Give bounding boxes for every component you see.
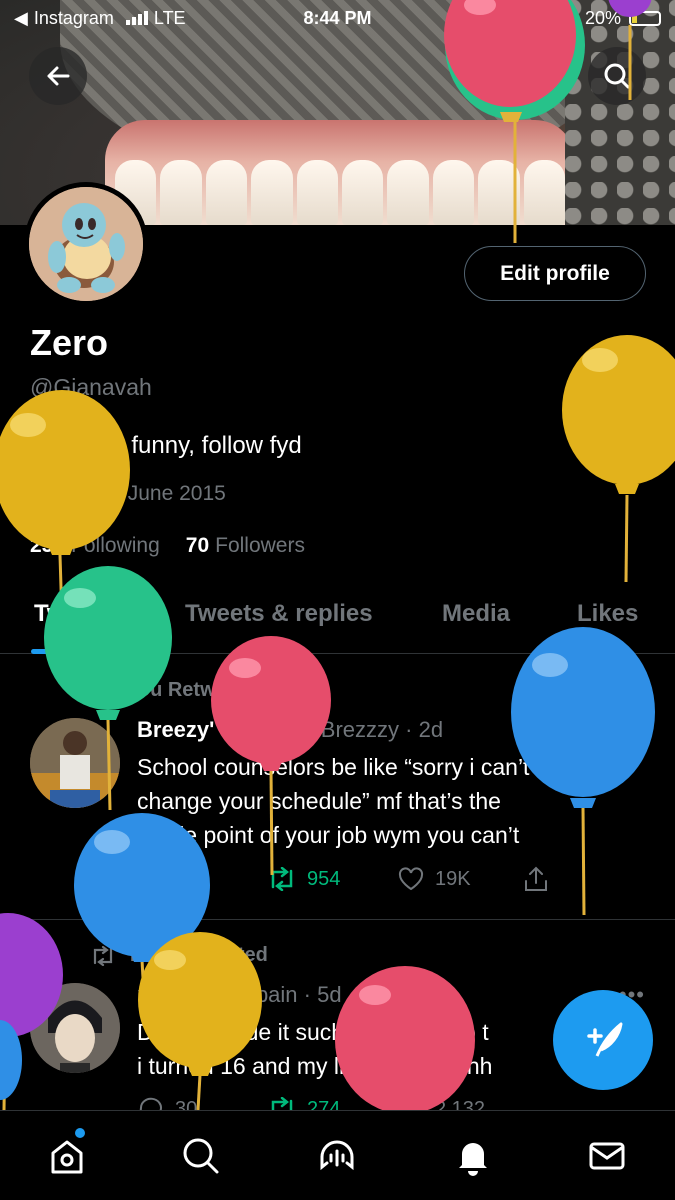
tweet-author-avatar[interactable]	[30, 718, 120, 808]
battery-icon	[629, 10, 661, 26]
tweet-author-name[interactable]: Breezy'	[137, 717, 214, 742]
tweet-text: School counselors be like “sorry i can’t…	[137, 754, 530, 848]
more-options-icon[interactable]: •••	[619, 717, 645, 743]
retweet-icon	[271, 867, 293, 891]
nav-spaces[interactable]	[312, 1131, 362, 1181]
banner-teeth	[115, 160, 566, 225]
battery-percent: 20%	[584, 7, 621, 28]
joined-label: Joined June 2015	[60, 482, 226, 505]
retweet-context-label: You Retweeted	[126, 944, 268, 966]
tab-likes[interactable]: Likes	[577, 600, 638, 628]
like-button[interactable]: 19K	[397, 866, 522, 892]
profile-avatar[interactable]	[24, 182, 148, 306]
tweet-author-name[interactable]: pain	[137, 982, 182, 1007]
retweet-button[interactable]: 954	[267, 867, 397, 891]
retweet-icon	[93, 680, 113, 701]
reply-icon	[139, 867, 162, 892]
calendar-icon	[31, 485, 51, 504]
following-count[interactable]: 259	[30, 534, 65, 558]
active-tab-indicator	[31, 649, 131, 654]
nav-home[interactable]	[42, 1128, 92, 1181]
tweet-author-avatar[interactable]	[30, 983, 120, 1073]
retweet-context: You Retweeted	[90, 679, 268, 702]
followers-label[interactable]: Followers	[215, 534, 305, 558]
reply-count: 45	[175, 867, 198, 890]
retweet-context: You Retweeted	[90, 944, 268, 967]
following-label[interactable]: Following	[71, 534, 160, 558]
back-to-app-label[interactable]: Instagram	[34, 8, 114, 29]
spaces-icon	[320, 1140, 354, 1171]
new-content-dot	[75, 1128, 85, 1138]
author-photo	[30, 718, 120, 808]
profile-name: Zero	[30, 322, 109, 363]
status-bar: ◀ Instagram LTE 8:44 PM 20%	[0, 0, 675, 36]
signal-icon	[125, 11, 148, 25]
search-button[interactable]	[588, 47, 646, 105]
retweet-count: 954	[307, 867, 341, 890]
edit-profile-button[interactable]: Edit profile	[464, 246, 646, 301]
back-button[interactable]	[29, 47, 87, 105]
tweet-actions: 45 954 19K	[137, 865, 550, 893]
profile-tabs: Tweets Tweets & replies Media Likes	[0, 590, 675, 654]
home-icon	[51, 1140, 83, 1174]
retweet-icon	[93, 945, 113, 966]
retweet-context-label: You Retweeted	[126, 679, 268, 701]
profile-joined: Joined June 2015	[30, 482, 226, 506]
share-icon	[525, 866, 547, 891]
tweet-time: 2d	[418, 717, 444, 742]
notifications-icon	[459, 1143, 487, 1176]
tab-media[interactable]: Media	[442, 600, 510, 628]
back-to-app-icon[interactable]: ◀	[14, 8, 28, 29]
tweet-header: Breezy' 😵 @OVOBrezzzy · 2d	[137, 717, 444, 742]
squirtle-avatar-image	[29, 187, 143, 301]
share-button[interactable]	[522, 865, 550, 893]
reply-button[interactable]: 45	[137, 866, 267, 892]
back-arrow-icon	[47, 66, 70, 86]
author-photo	[30, 983, 120, 1073]
network-label: LTE	[153, 7, 186, 28]
tab-tweets[interactable]: Tweets	[34, 600, 114, 628]
nav-messages[interactable]	[582, 1131, 632, 1181]
balloon	[562, 335, 675, 583]
messages-icon	[589, 1142, 625, 1170]
tweet-item[interactable]: You Retweeted Breezy' 😵 @OVOBrezzzy · 2d…	[0, 655, 675, 920]
tweet-time: 5d	[317, 982, 342, 1007]
search-icon	[183, 1138, 219, 1174]
compose-tweet-button[interactable]	[553, 990, 653, 1090]
tweet-header: pain @vibinpain · 5d	[137, 982, 342, 1007]
search-icon	[604, 63, 630, 89]
like-count: 19K	[435, 867, 471, 890]
tweet-text: Disney made it such a big deal to t i tu…	[137, 1019, 493, 1079]
followers-count[interactable]: 70	[186, 534, 209, 558]
nav-notifications[interactable]	[448, 1131, 498, 1181]
tweet-author-handle[interactable]: @vibinpain	[188, 982, 297, 1007]
tab-tweets-and-replies[interactable]: Tweets & replies	[185, 600, 373, 628]
profile-bio: See sum funny, follow fyd	[30, 432, 302, 459]
alarm-icon	[560, 12, 575, 26]
emoji-icon: 😵	[220, 717, 244, 742]
orientation-lock-icon	[533, 10, 550, 26]
tweet-author-handle[interactable]: @OVOBrezzzy	[250, 717, 399, 742]
bottom-navigation	[0, 1110, 675, 1200]
nav-search[interactable]	[176, 1131, 226, 1181]
compose-icon	[587, 1022, 623, 1057]
like-icon	[398, 867, 424, 891]
follow-counts: 259 Following 70 Followers	[30, 534, 305, 558]
profile-handle: @Gianavah	[30, 374, 152, 400]
